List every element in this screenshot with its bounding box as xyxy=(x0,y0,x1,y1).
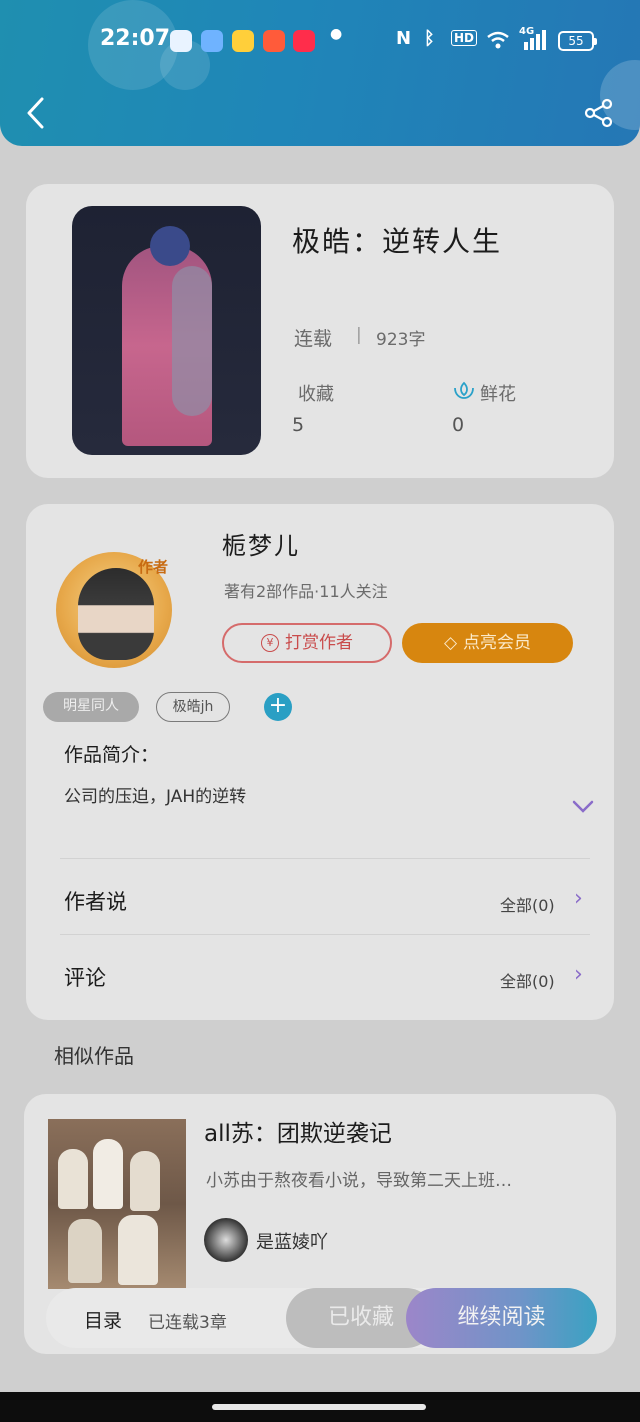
chevron-right-icon: › xyxy=(574,962,583,987)
navigation-bar xyxy=(0,1392,640,1422)
comments-count: 全部(0) xyxy=(500,972,555,991)
similar-work-title: all苏：团欺逆袭记 xyxy=(204,1121,392,1147)
similar-work-desc: 小苏由于熬夜看小说，导致第二天上班… xyxy=(206,1171,512,1191)
author-says-count: 全部(0) xyxy=(500,896,555,915)
diamond-icon: ◇ xyxy=(443,633,458,653)
shopping-app-icon xyxy=(263,30,285,52)
intro-text: 公司的压迫，JAH的逆转 xyxy=(64,787,247,807)
favorites-label: 收藏 xyxy=(298,384,334,405)
home-indicator[interactable] xyxy=(212,1404,426,1410)
flowers-value: 0 xyxy=(452,414,465,436)
author-badge: 作者 xyxy=(138,558,169,576)
nfc-icon: N xyxy=(396,28,412,49)
reward-author-label: 打赏作者 xyxy=(285,633,353,653)
author-says-label: 作者说 xyxy=(64,890,127,914)
book-info-card: 极皓：逆转人生 连载 | 923字 收藏 5 鲜花 0 xyxy=(26,184,614,478)
reader-app-icon xyxy=(232,30,254,52)
reward-author-button[interactable]: ¥ 打赏作者 xyxy=(222,623,392,663)
back-button[interactable] xyxy=(24,96,46,130)
similar-work-cover[interactable] xyxy=(48,1119,186,1289)
comments-label: 评论 xyxy=(64,966,106,990)
expand-chevron-icon[interactable] xyxy=(572,800,594,814)
status-bar: 22:07 ● N ᛒ HD 4G 55 xyxy=(0,18,640,62)
xiaohongshu-app-icon xyxy=(293,30,315,52)
battery-indicator: 55 xyxy=(558,31,597,51)
book-status: 连载 xyxy=(294,328,333,350)
tag-chip[interactable]: 明星同人 xyxy=(43,692,139,722)
word-count: 923字 xyxy=(376,330,426,350)
author-name[interactable]: 栀梦儿 xyxy=(222,526,300,561)
add-tag-button[interactable]: + xyxy=(264,693,292,721)
tag-chip[interactable]: 极皓jh xyxy=(156,692,230,722)
wifi-icon xyxy=(487,31,509,49)
book-title: 极皓：逆转人生 xyxy=(292,225,503,258)
author-says-row[interactable]: 作者说 全部(0) › xyxy=(26,860,614,934)
favorites-value: 5 xyxy=(292,414,305,436)
bottom-action-bar: 目录 已连载3章 已收藏 继续阅读 xyxy=(46,1288,597,1348)
catalog-button[interactable]: 目录 xyxy=(84,1306,122,1333)
flower-icon xyxy=(454,381,474,399)
signal-icon xyxy=(524,30,546,50)
status-time: 22:07 xyxy=(100,26,171,51)
meta-separator: | xyxy=(356,325,362,345)
intro-heading: 作品简介： xyxy=(64,744,160,766)
divider xyxy=(60,934,590,935)
hd-icon: HD xyxy=(451,30,478,46)
vip-button[interactable]: ◇ 点亮会员 xyxy=(402,623,573,663)
author-avatar[interactable]: 作者 xyxy=(50,546,180,670)
similar-heading: 相似作品 xyxy=(54,1044,134,1068)
share-button[interactable] xyxy=(584,98,614,128)
divider xyxy=(60,858,590,859)
weather-app-icon xyxy=(201,30,223,52)
flowers-label: 鲜花 xyxy=(480,384,516,405)
comments-row[interactable]: 评论 全部(0) › xyxy=(26,936,614,1016)
app-header: 22:07 ● N ᛒ HD 4G 55 xyxy=(0,0,640,146)
author-meta: 著有2部作品·11人关注 xyxy=(224,582,388,601)
similar-author-name: 是蓝婈吖 xyxy=(256,1232,328,1253)
dot-indicator-icon: ● xyxy=(330,26,343,42)
vip-button-label: 点亮会员 xyxy=(463,633,532,653)
browser-app-icon xyxy=(170,30,192,52)
chapter-count: 已连载3章 xyxy=(148,1313,227,1333)
chevron-right-icon: › xyxy=(574,886,583,911)
bluetooth-icon: ᛒ xyxy=(424,28,435,49)
yen-icon: ¥ xyxy=(261,634,279,652)
similar-author-avatar xyxy=(204,1218,248,1262)
continue-reading-button[interactable]: 继续阅读 xyxy=(406,1288,597,1348)
book-cover-image[interactable] xyxy=(72,206,261,455)
